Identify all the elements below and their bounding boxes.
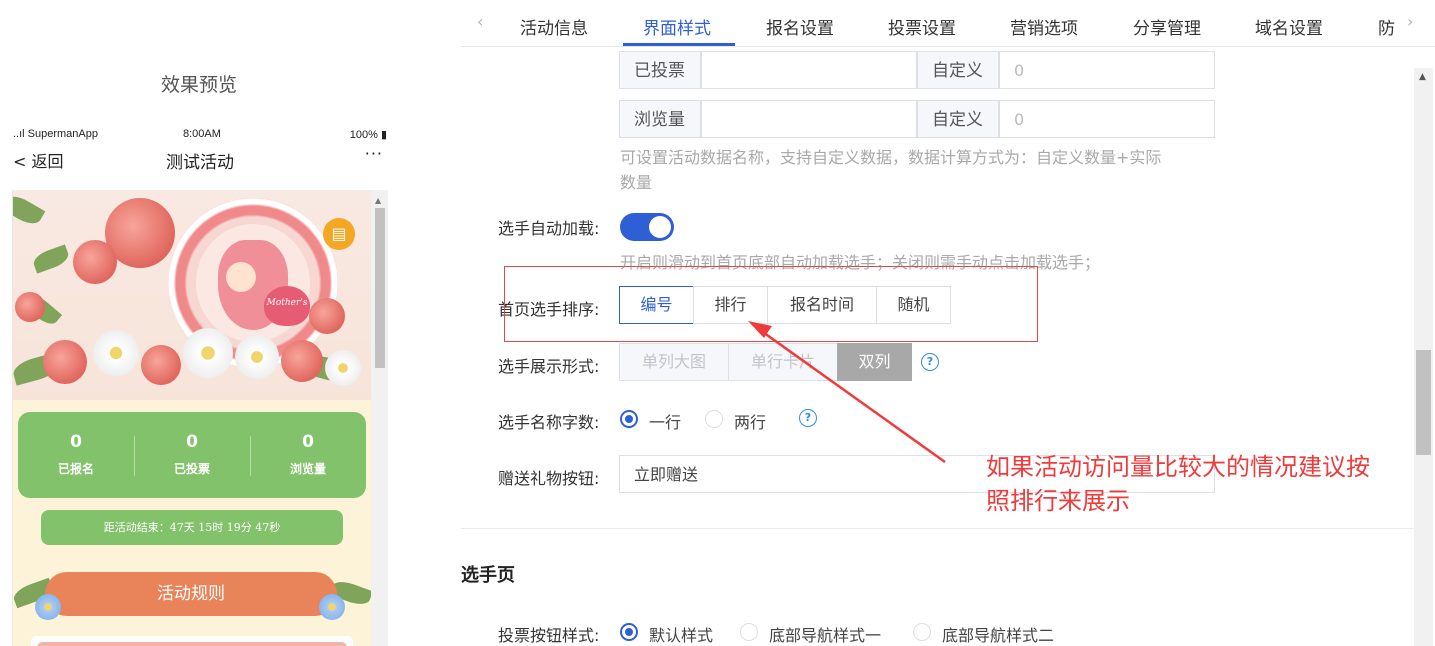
battery-level: 100% ▮ (349, 129, 387, 141)
custom-value-input[interactable]: 0 (999, 51, 1215, 89)
vote-style-label: 投票按钮样式: (498, 626, 600, 645)
help-icon[interactable]: ? (921, 353, 939, 371)
tab-domain-settings[interactable]: 域名设置 (1255, 14, 1323, 39)
custom-label: 自定义 (917, 51, 999, 89)
tab-next-icon[interactable]: › (1407, 12, 1413, 31)
data-name-label: 已投票 (619, 51, 701, 89)
activity-rules-button[interactable]: 活动规则 (45, 572, 337, 616)
name-lines-two-label: 两行 (734, 413, 767, 432)
phone-nav-bar: < 返回 测试活动 ··· (13, 144, 387, 174)
rose-decoration (309, 298, 345, 334)
stat-votes: 0 已投票 (173, 432, 210, 476)
vote-style-nav2-label: 底部导航样式二 (942, 626, 1055, 645)
preview-title: 效果预览 (160, 74, 237, 96)
leaf-decoration (13, 191, 46, 229)
tab-activity-info[interactable]: 活动信息 (520, 14, 588, 39)
gift-button-label: 赠送礼物按钮: (498, 469, 600, 488)
name-lines-one-label: 一行 (649, 413, 682, 432)
data-name-input[interactable] (701, 51, 917, 89)
countdown-timer: 距活动结束：47天 15时 19分 47秒 (41, 510, 343, 545)
display-option-single-large[interactable]: 单列大图 (619, 343, 729, 381)
name-lines-one-radio[interactable] (620, 410, 638, 428)
heart-icon: Mother's (264, 286, 310, 326)
scroll-up-icon[interactable]: ▲ (1419, 72, 1426, 82)
phone-screen[interactable]: Mother's ▤ 0 已报名 0 已投票 0 浏览量 距活动结束：47天 1 (12, 190, 388, 646)
rose-decoration (15, 292, 45, 322)
player-page-title: 选手页 (461, 565, 515, 586)
tab-marketing-options[interactable]: 营销选项 (1010, 14, 1078, 39)
data-name-input[interactable] (701, 100, 917, 138)
stat-registered: 0 已报名 (57, 432, 94, 476)
custom-value-input[interactable]: 0 (999, 100, 1215, 138)
display-option-double[interactable]: 双列 (837, 343, 912, 381)
calendar-badge-icon[interactable]: ▤ (323, 218, 355, 250)
activity-banner: Mother's ▤ (13, 190, 371, 400)
custom-label: 自定义 (917, 100, 999, 138)
more-icon[interactable]: ··· (365, 144, 383, 163)
data-hint: 可设置活动数据名称，支持自定义数据，数据计算方式为：自定义数量+实际 数量 (620, 148, 1162, 192)
tab-interface-style[interactable]: 界面样式 (643, 14, 711, 39)
vote-style-default-radio[interactable] (620, 623, 638, 641)
name-lines-two-radio[interactable] (705, 410, 723, 428)
phone-scrollbar[interactable]: ▲ (371, 190, 388, 646)
scrollbar-thumb[interactable] (375, 208, 385, 368)
flower-decoration (35, 594, 61, 620)
settings-scrollbar[interactable]: ▲ (1414, 68, 1433, 646)
annotation-text: 如果活动访问量比较大的情况建议按 照排行来展示 (986, 453, 1370, 515)
section-divider (461, 528, 1414, 529)
tab-vote-settings[interactable]: 投票设置 (888, 14, 956, 39)
settings-tabs: ‹ 活动信息 界面样式 报名设置 投票设置 营销选项 分享管理 域名设置 防 › (461, 0, 1435, 47)
data-row-votes: 已投票 自定义 0 (619, 47, 1219, 89)
leaf-decoration (31, 244, 71, 274)
flower-decoration (319, 594, 345, 620)
rose-decoration (73, 240, 117, 284)
data-row-views: 浏览量 自定义 0 (619, 100, 1219, 140)
scrollbar-thumb[interactable] (1416, 350, 1431, 455)
auto-load-label: 选手自动加载: (498, 219, 600, 238)
stats-panel: 0 已报名 0 已投票 0 浏览量 (18, 412, 366, 498)
status-time: 8:00AM (183, 128, 221, 140)
content-card (31, 636, 353, 646)
active-tab-indicator (623, 43, 735, 46)
annotation-highlight-box (504, 266, 1038, 342)
help-icon[interactable]: ? (799, 409, 817, 427)
tab-signup-settings[interactable]: 报名设置 (766, 14, 834, 39)
vote-style-nav1-label: 底部导航样式一 (769, 626, 882, 645)
vote-style-default-label: 默认样式 (649, 626, 714, 645)
battery-icon: ▮ (380, 129, 387, 141)
phone-page-title: 测试活动 (166, 153, 234, 173)
data-name-label: 浏览量 (619, 100, 701, 138)
auto-load-switch[interactable] (620, 213, 674, 241)
rules-section: 活动规则 (13, 564, 373, 624)
vote-style-nav2-radio[interactable] (913, 623, 931, 641)
display-option-single-card[interactable]: 单行卡片 (728, 343, 838, 381)
carrier-label: ..ıl SupermanApp (13, 128, 98, 140)
name-lines-label: 选手名称字数: (498, 413, 600, 432)
tab-anti[interactable]: 防 (1378, 14, 1395, 39)
stat-views: 0 浏览量 (289, 432, 326, 476)
tab-share-management[interactable]: 分享管理 (1133, 14, 1201, 39)
scroll-up-icon[interactable]: ▲ (375, 196, 381, 205)
vote-style-nav1-radio[interactable] (740, 623, 758, 641)
tab-prev-icon[interactable]: ‹ (477, 12, 483, 31)
display-label: 选手展示形式: (498, 357, 600, 376)
phone-status-bar: ..ıl SupermanApp 8:00AM 100% ▮ (13, 128, 387, 144)
